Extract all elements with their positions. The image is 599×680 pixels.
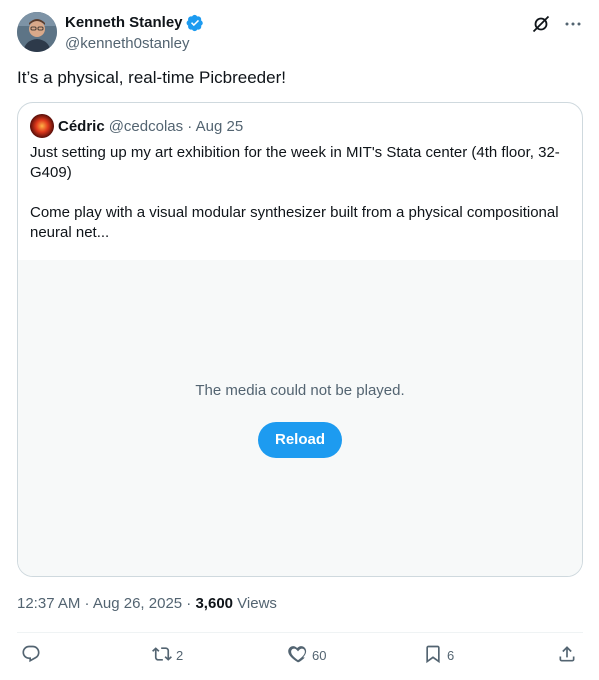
retweet-count: 2 (176, 648, 184, 663)
grok-icon[interactable] (531, 14, 551, 34)
bookmark-count: 6 (447, 648, 455, 663)
author-avatar[interactable] (17, 12, 57, 52)
share-button[interactable] (557, 644, 577, 667)
top-actions (531, 14, 583, 34)
like-icon (288, 644, 308, 667)
views-count: 3,600 (195, 595, 234, 612)
verified-badge-icon[interactable] (186, 14, 204, 32)
reply-button[interactable] (21, 644, 41, 667)
quoted-header: Cédric @cedcolas · Aug 25 (30, 114, 244, 138)
like-count: 60 (312, 648, 327, 663)
quoted-author-meta: @cedcolas · Aug 25 (108, 117, 244, 135)
retweet-button[interactable]: 2 (152, 644, 183, 667)
share-icon (557, 644, 577, 667)
author-info: Kenneth Stanley @kenneth0stanley (65, 13, 204, 54)
timestamp[interactable]: 12:37 AM · Aug 26, 2025 · (17, 595, 195, 612)
bookmark-button[interactable]: 6 (423, 644, 454, 667)
quoted-text: Just setting up my art exhibition for th… (30, 143, 570, 263)
views-label: Views (233, 595, 277, 612)
quoted-avatar (30, 114, 54, 138)
reload-button[interactable]: Reload (258, 422, 342, 458)
reply-icon (21, 644, 41, 667)
retweet-icon (152, 644, 172, 667)
tweet-header: Kenneth Stanley @kenneth0stanley (17, 12, 583, 54)
quoted-paragraph-1: Just setting up my art exhibition for th… (30, 144, 560, 181)
quoted-paragraph-2: Come play with a visual modular synthesi… (30, 204, 559, 241)
author-name[interactable]: Kenneth Stanley (65, 13, 183, 33)
more-icon[interactable] (563, 14, 583, 34)
bookmark-icon (423, 644, 443, 667)
action-bar: 2 60 6 (17, 644, 583, 668)
tweet-meta: 12:37 AM · Aug 26, 2025 · 3,600 Views (17, 594, 277, 614)
quoted-author-name: Cédric (58, 117, 105, 135)
divider (17, 632, 583, 633)
media-container: The media could not be played. Reload (18, 260, 582, 576)
like-button[interactable]: 60 (288, 644, 326, 667)
tweet-text: It’s a physical, real-time Picbreeder! (17, 68, 286, 87)
author-handle[interactable]: @kenneth0stanley (65, 34, 204, 54)
quoted-tweet[interactable]: Cédric @cedcolas · Aug 25 Just setting u… (17, 102, 583, 577)
media-error-message: The media could not be played. (195, 382, 405, 399)
